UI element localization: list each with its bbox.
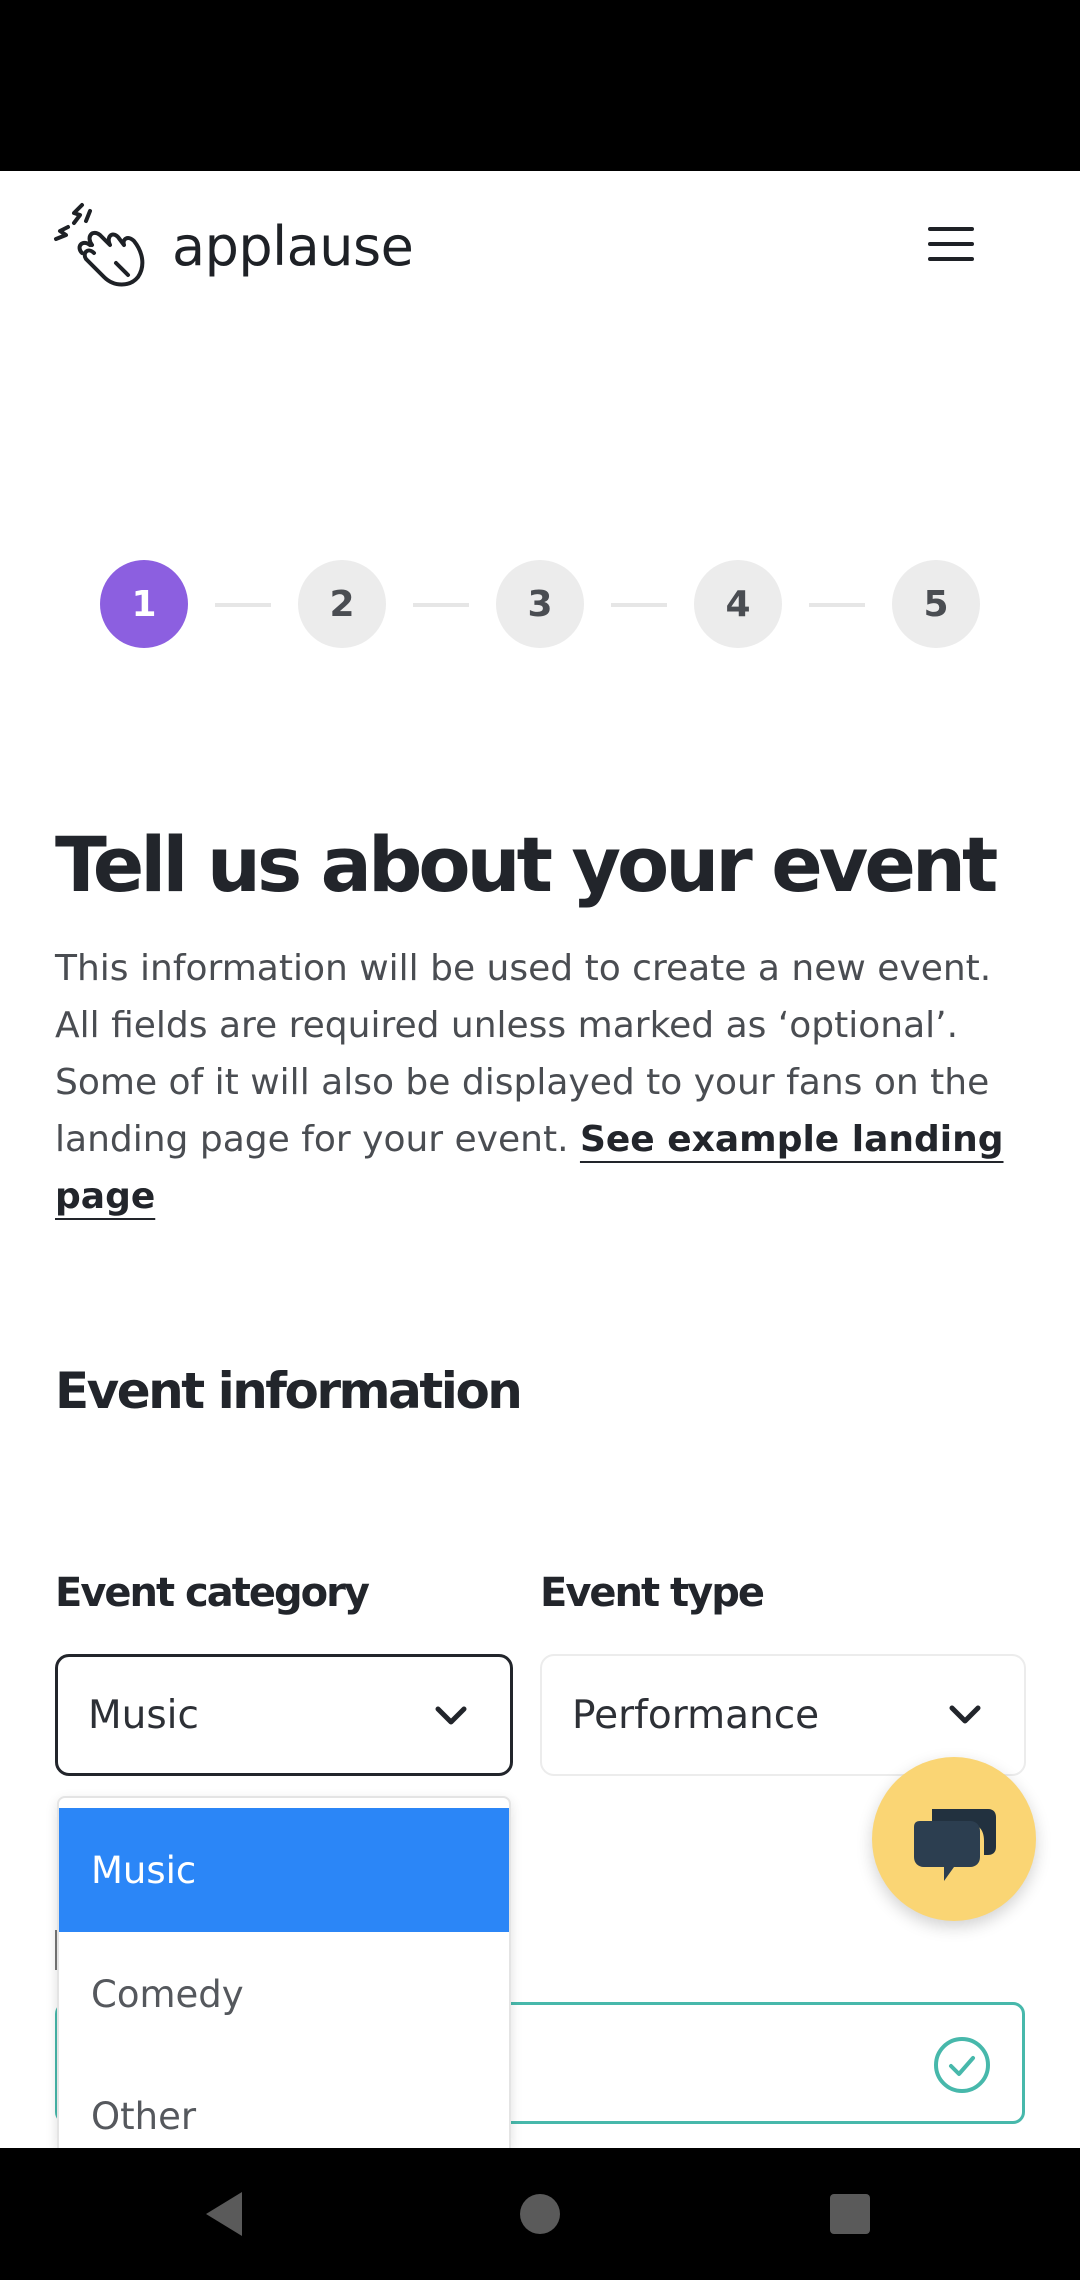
event-type-value: Performance bbox=[572, 1692, 820, 1738]
dropdown-option-other[interactable]: Other bbox=[59, 2054, 509, 2148]
step-connector bbox=[215, 603, 271, 607]
home-icon[interactable] bbox=[510, 2184, 570, 2244]
hamburger-menu-icon bbox=[928, 227, 974, 231]
recents-icon[interactable] bbox=[820, 2184, 880, 2244]
logo-text: applause bbox=[172, 214, 414, 278]
step-1[interactable]: 1 bbox=[100, 560, 188, 648]
step-2[interactable]: 2 bbox=[298, 560, 386, 648]
step-connector bbox=[413, 603, 469, 607]
step-connector bbox=[809, 603, 865, 607]
dropdown-option-music[interactable]: Music bbox=[59, 1808, 509, 1932]
step-3[interactable]: 3 bbox=[496, 560, 584, 648]
back-icon[interactable] bbox=[196, 2184, 256, 2244]
hamburger-line bbox=[928, 242, 974, 246]
applause-logo[interactable]: applause bbox=[52, 201, 414, 291]
step-4[interactable]: 4 bbox=[694, 560, 782, 648]
page-title: Tell us about your event bbox=[55, 820, 998, 909]
dropdown-option-comedy[interactable]: Comedy bbox=[59, 1932, 509, 2056]
event-type-label: Event type bbox=[540, 1570, 765, 1616]
valid-check-icon bbox=[934, 2037, 990, 2093]
android-navigation-bar bbox=[0, 2148, 1080, 2280]
step-5[interactable]: 5 bbox=[892, 560, 980, 648]
menu-button[interactable] bbox=[916, 221, 986, 267]
status-bar bbox=[0, 0, 1080, 171]
event-category-dropdown: Music Comedy Other bbox=[57, 1796, 511, 2148]
clapping-hands-icon bbox=[54, 203, 145, 287]
chat-bubbles-icon bbox=[914, 1809, 996, 1881]
hamburger-line bbox=[928, 257, 974, 261]
event-category-value: Music bbox=[88, 1692, 199, 1738]
chevron-down-icon bbox=[435, 1706, 467, 1725]
section-title-event-information: Event information bbox=[55, 1362, 523, 1420]
step-connector bbox=[611, 603, 667, 607]
event-category-label: Event category bbox=[55, 1570, 370, 1616]
intro-text: This information will be used to create … bbox=[55, 940, 1025, 1225]
chevron-down-icon bbox=[949, 1705, 981, 1724]
progress-stepper: 1 2 3 4 5 bbox=[100, 560, 980, 650]
event-category-select[interactable]: Music bbox=[55, 1654, 513, 1776]
app-header: applause bbox=[0, 171, 1080, 321]
chat-button[interactable] bbox=[872, 1757, 1036, 1921]
